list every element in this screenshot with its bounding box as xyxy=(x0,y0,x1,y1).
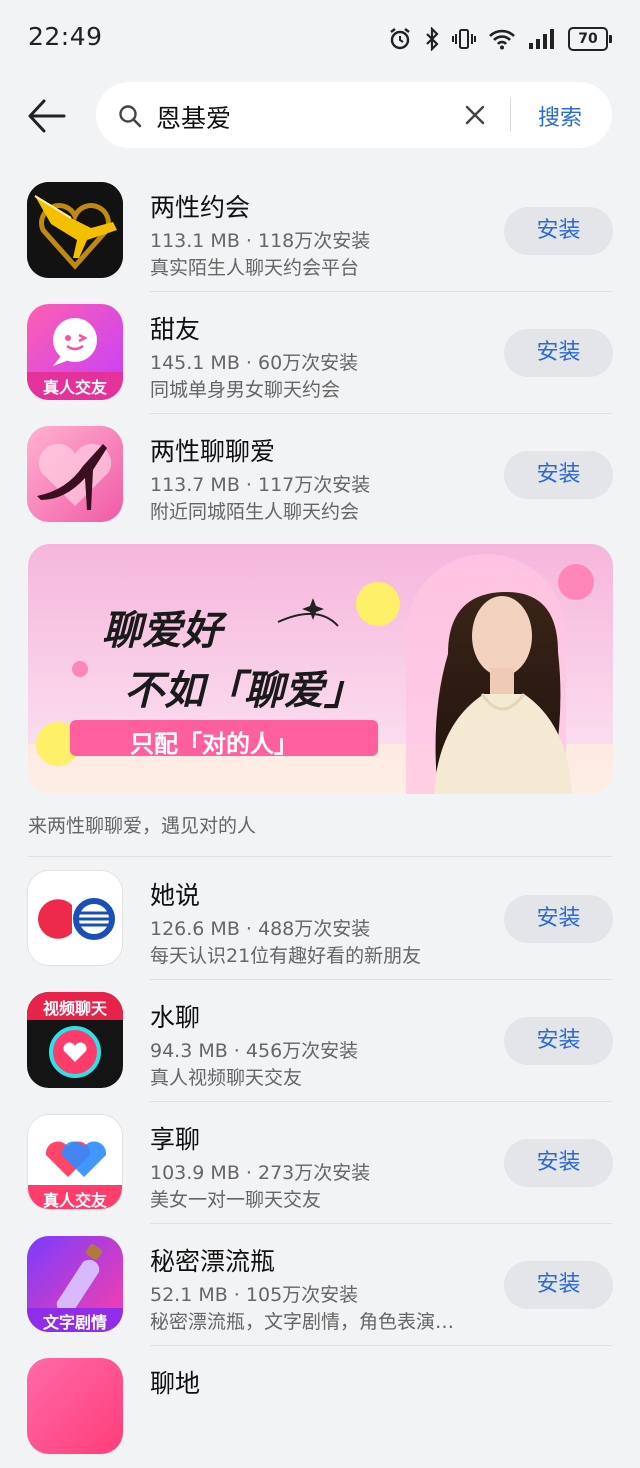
app-description: 每天认识21位有趣好看的新朋友 xyxy=(150,945,422,967)
app-name: 甜友 xyxy=(150,315,201,344)
status-time: 22:49 xyxy=(28,22,103,51)
app-icon: 视频聊天 xyxy=(27,992,123,1088)
app-description: 秘密漂流瓶，文字剧情，角色表演… xyxy=(150,1311,455,1333)
install-button[interactable]: 安装 xyxy=(504,329,613,377)
app-icon-badge: 真人交友 xyxy=(42,1191,107,1210)
app-meta: 103.9 MB · 273万次安装 xyxy=(150,1162,371,1184)
banner-headline-2: 不如「聊爱」 xyxy=(124,668,364,714)
app-name: 享聊 xyxy=(150,1125,201,1154)
search-icon xyxy=(119,105,142,128)
banner-headline-1: 聊爱好 xyxy=(102,608,222,654)
app-description: 同城单身男女聊天约会 xyxy=(150,379,341,401)
app-meta: 52.1 MB · 105万次安装 xyxy=(150,1284,359,1306)
divider xyxy=(28,856,612,857)
battery-icon: 70 xyxy=(568,27,612,51)
bluetooth-icon xyxy=(426,27,439,51)
list-item[interactable]: 两性约会 113.1 MB · 118万次安装 真实陌生人聊天约会平台 安装 xyxy=(0,170,640,292)
app-icon: 真人交友 xyxy=(27,1114,123,1210)
app-meta: 145.1 MB · 60万次安装 xyxy=(150,352,359,374)
app-icon: 文字剧情 xyxy=(27,1236,123,1332)
install-button[interactable]: 安装 xyxy=(504,1261,613,1309)
app-meta: 126.6 MB · 488万次安装 xyxy=(150,918,371,940)
back-arrow-icon xyxy=(28,99,66,133)
app-list: 两性约会 113.1 MB · 118万次安装 真实陌生人聊天约会平台 安装 真… xyxy=(0,170,640,536)
search-button[interactable]: 搜索 xyxy=(538,100,582,132)
list-item[interactable]: 她说 126.6 MB · 488万次安装 每天认识21位有趣好看的新朋友 安装 xyxy=(0,858,640,980)
app-meta: 113.1 MB · 118万次安装 xyxy=(150,230,371,252)
clear-icon[interactable] xyxy=(464,104,486,126)
search-input[interactable]: 恩基爱 xyxy=(156,99,231,135)
app-name: 秘密漂流瓶 xyxy=(150,1247,276,1276)
list-item[interactable]: 聊地 xyxy=(0,1346,640,1468)
battery-level: 70 xyxy=(568,27,608,51)
banner-caption: 来两性聊聊爱，遇见对的人 xyxy=(28,815,257,837)
app-name: 两性聊聊爱 xyxy=(150,437,276,466)
status-icons: 70 xyxy=(388,24,612,54)
back-button[interactable] xyxy=(26,96,70,136)
install-button[interactable]: 安装 xyxy=(504,1139,613,1187)
app-icon xyxy=(27,182,123,278)
install-button[interactable]: 安装 xyxy=(504,895,613,943)
app-description: 真实陌生人聊天约会平台 xyxy=(150,257,360,279)
app-icon xyxy=(27,1358,123,1454)
app-name: 水聊 xyxy=(150,1003,201,1032)
signal-icon xyxy=(529,29,554,49)
app-icon-badge: 文字剧情 xyxy=(42,1313,107,1332)
app-meta: 94.3 MB · 456万次安装 xyxy=(150,1040,359,1062)
app-icon: 真人交友 xyxy=(27,304,123,400)
install-button[interactable]: 安装 xyxy=(504,207,613,255)
promo-banner[interactable]: 聊爱好 不如「聊爱」 只配「对的人」 xyxy=(28,544,613,794)
app-name: 聊地 xyxy=(150,1369,201,1398)
vibrate-icon xyxy=(452,29,476,49)
search-divider xyxy=(510,98,511,132)
search-bar[interactable]: 恩基爱 搜索 xyxy=(96,82,612,148)
banner-tagline: 只配「对的人」 xyxy=(130,730,298,758)
install-button[interactable]: 安装 xyxy=(504,1017,613,1065)
alarm-icon xyxy=(390,28,410,50)
list-item[interactable]: 文字剧情 秘密漂流瓶 52.1 MB · 105万次安装 秘密漂流瓶，文字剧情，… xyxy=(0,1224,640,1346)
app-icon xyxy=(27,870,123,966)
app-description: 附近同城陌生人聊天约会 xyxy=(150,501,360,523)
app-name: 她说 xyxy=(150,881,201,910)
list-item[interactable]: 两性聊聊爱 113.7 MB · 117万次安装 附近同城陌生人聊天约会 安装 xyxy=(0,414,640,536)
app-icon-badge: 真人交友 xyxy=(42,378,107,397)
app-description: 美女一对一聊天交友 xyxy=(150,1189,322,1211)
list-item[interactable]: 真人交友 享聊 103.9 MB · 273万次安装 美女一对一聊天交友 安装 xyxy=(0,1102,640,1224)
list-item[interactable]: 真人交友 甜友 145.1 MB · 60万次安装 同城单身男女聊天约会 安装 xyxy=(0,292,640,414)
install-button[interactable]: 安装 xyxy=(504,451,613,499)
status-bar: 22:49 70 xyxy=(0,0,640,76)
app-meta: 113.7 MB · 117万次安装 xyxy=(150,474,371,496)
list-item[interactable]: 视频聊天 水聊 94.3 MB · 456万次安装 真人视频聊天交友 安装 xyxy=(0,980,640,1102)
app-description: 真人视频聊天交友 xyxy=(150,1067,303,1089)
app-icon-badge: 视频聊天 xyxy=(42,999,107,1018)
app-icon xyxy=(27,426,123,522)
wifi-icon xyxy=(489,29,515,50)
app-name: 两性约会 xyxy=(150,193,251,222)
